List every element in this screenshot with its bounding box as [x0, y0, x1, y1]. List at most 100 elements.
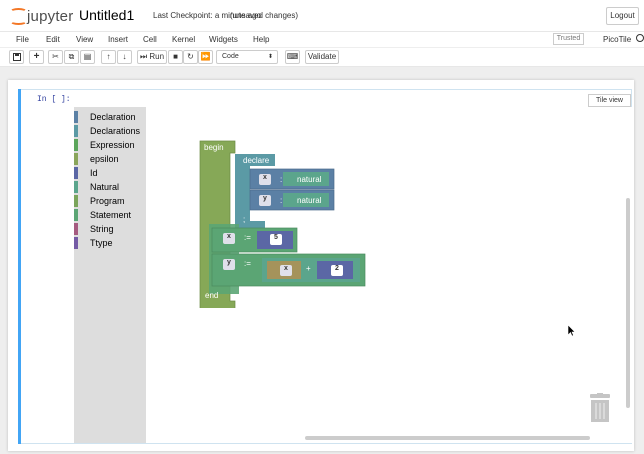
plus-icon: +	[33, 51, 40, 62]
plus-op: +	[306, 264, 311, 273]
cell-selection-bar	[18, 89, 21, 444]
mouse-cursor-icon	[568, 325, 576, 337]
category-label: Natural	[90, 182, 120, 192]
arrow-down-icon: ↓	[122, 52, 127, 61]
cut-button[interactable]: ✂	[48, 50, 63, 64]
cell-type-select[interactable]: Code ⬍	[216, 50, 278, 64]
move-up-button[interactable]: ↑	[101, 50, 116, 64]
save-button[interactable]	[9, 50, 24, 64]
menu-insert[interactable]: Insert	[108, 35, 128, 44]
copy-button[interactable]: ⧉	[64, 50, 79, 64]
assign2-left-var[interactable]: x	[280, 265, 292, 276]
validate-button[interactable]: Validate	[305, 50, 339, 64]
trusted-badge[interactable]: Trusted	[553, 33, 584, 45]
decl-var-y[interactable]: y	[259, 195, 271, 206]
kernel-name[interactable]: PicoTile	[603, 35, 631, 44]
blockly-toolbox: Declaration Declarations Expression epsilon…	[74, 107, 146, 443]
category-label: epsilon	[90, 154, 119, 164]
toolbox-category[interactable]: Ttype	[74, 236, 146, 250]
category-color-swatch	[74, 237, 78, 249]
decl-type-y[interactable]: natural	[297, 196, 321, 205]
menu-cell[interactable]: Cell	[143, 35, 157, 44]
category-color-swatch	[74, 195, 78, 207]
category-color-swatch	[74, 153, 78, 165]
toolbox-category[interactable]: Declarations	[74, 124, 146, 138]
category-label: Declarations	[90, 126, 141, 136]
program-block-canvas	[199, 140, 366, 308]
category-label: Program	[90, 196, 125, 206]
menu-kernel[interactable]: Kernel	[172, 35, 195, 44]
insert-cell-button[interactable]: +	[29, 50, 44, 64]
toolbar: + ✂ ⧉ ▤ ↑ ↓ ⏭ Run ■ ↻ ⏩ ⌨ Validate	[0, 48, 644, 67]
menu-view[interactable]: View	[76, 35, 93, 44]
category-label: Ttype	[90, 238, 113, 248]
header: jupyter Untitled1 Last Checkpoint: a min…	[0, 0, 644, 31]
move-down-button[interactable]: ↓	[117, 50, 132, 64]
menubar: File Edit View Insert Cell Kernel Widget…	[0, 31, 644, 47]
select-caret-icon: ⬍	[267, 54, 273, 60]
decl-colon-x: :	[280, 175, 283, 184]
decl-type-x[interactable]: natural	[297, 175, 321, 184]
logo-text: jupyter	[27, 7, 74, 25]
toolbox-category[interactable]: Declaration	[74, 110, 146, 124]
fast-forward-icon: ⏩	[200, 52, 211, 61]
logout-button[interactable]: Logout	[606, 7, 639, 25]
category-label: Declaration	[90, 112, 136, 122]
category-color-swatch	[74, 139, 78, 151]
assign2-var[interactable]: y	[223, 259, 235, 270]
arrow-up-icon: ↑	[106, 52, 111, 61]
tile-view-button[interactable]: Tile view	[588, 94, 631, 107]
toolbox-category[interactable]: Statement	[74, 208, 146, 222]
end-label: end	[205, 291, 219, 300]
begin-label: begin	[204, 143, 224, 152]
category-label: Expression	[90, 140, 135, 150]
assign1-value[interactable]: 5	[270, 234, 282, 245]
category-color-swatch	[74, 125, 78, 137]
menu-file[interactable]: File	[16, 35, 29, 44]
restart-button[interactable]: ↻	[183, 50, 198, 64]
category-color-swatch	[74, 111, 78, 123]
category-color-swatch	[74, 167, 78, 179]
kernel-status-icon	[636, 34, 644, 42]
category-color-swatch	[74, 181, 78, 193]
trash-icon[interactable]	[589, 393, 611, 423]
paste-icon: ▤	[83, 52, 92, 61]
interrupt-button[interactable]: ■	[168, 50, 183, 64]
save-icon	[12, 53, 21, 61]
toolbox-category[interactable]: Id	[74, 166, 146, 180]
category-color-swatch	[74, 223, 78, 235]
run-label: Run	[149, 52, 165, 61]
decl-var-x[interactable]: x	[259, 174, 271, 185]
category-label: Id	[90, 168, 98, 178]
keyboard-icon: ⌨	[286, 52, 299, 61]
cell-type-value: Code	[222, 53, 239, 60]
unsaved-status: (unsaved changes)	[230, 11, 299, 20]
menu-widgets[interactable]: Widgets	[209, 35, 238, 44]
paste-button[interactable]: ▤	[80, 50, 95, 64]
notebook-name[interactable]: Untitled1	[79, 7, 134, 23]
menu-edit[interactable]: Edit	[46, 35, 60, 44]
assign2-right-value[interactable]: 2	[331, 265, 343, 276]
workspace-vertical-scrollbar[interactable]	[626, 198, 630, 408]
step-forward-icon: ⏭	[139, 52, 148, 61]
category-label: Statement	[90, 210, 132, 220]
jupyter-logo[interactable]: jupyter	[9, 7, 73, 25]
toolbox-category[interactable]: epsilon	[74, 152, 146, 166]
command-palette-button[interactable]: ⌨	[285, 50, 300, 64]
toolbox-category[interactable]: String	[74, 222, 146, 236]
run-button[interactable]: ⏭ Run	[137, 50, 167, 64]
category-label: String	[90, 224, 114, 234]
toolbox-category[interactable]: Program	[74, 194, 146, 208]
stop-icon: ■	[173, 52, 178, 61]
restart-run-all-button[interactable]: ⏩	[198, 50, 213, 64]
toolbox-category[interactable]: Expression	[74, 138, 146, 152]
cell-prompt: In [ ]:	[37, 95, 71, 104]
semicolon-label: ;	[243, 215, 246, 224]
assign1-var[interactable]: x	[223, 233, 235, 244]
toolbox-category[interactable]: Natural	[74, 180, 146, 194]
assign2-op: :=	[244, 259, 251, 268]
menu-help[interactable]: Help	[253, 35, 269, 44]
copy-icon: ⧉	[68, 52, 75, 61]
restart-icon: ↻	[187, 52, 194, 61]
workspace-horizontal-scrollbar[interactable]	[305, 436, 590, 440]
